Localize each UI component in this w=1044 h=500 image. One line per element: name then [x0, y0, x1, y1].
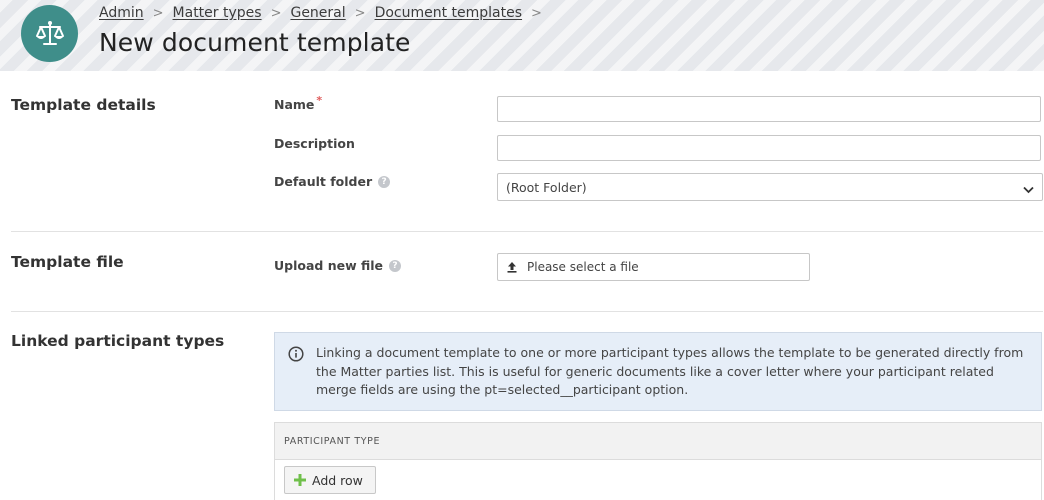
info-text: Linking a document template to one or mo… [316, 345, 1024, 397]
upload-label: Upload new file ? [274, 258, 402, 273]
default-folder-label: Default folder ? [274, 174, 391, 189]
breadcrumb-admin[interactable]: Admin [99, 5, 144, 21]
add-row-button[interactable]: Add row [284, 466, 376, 494]
section-title-template-file: Template file [11, 253, 124, 271]
info-message: Linking a document template to one or mo… [274, 332, 1042, 411]
required-marker: * [316, 94, 323, 107]
description-label: Description [274, 136, 355, 151]
add-row-label: Add row [312, 472, 363, 488]
name-label: Name * [274, 94, 323, 112]
breadcrumb-separator: > [354, 5, 366, 21]
section-title-linked-participant-types: Linked participant types [11, 332, 225, 350]
upload-label-text: Upload new file [274, 258, 384, 273]
column-header-participant-type: PARTICIPANT TYPE [275, 423, 1041, 460]
page-title: New document template [99, 28, 411, 57]
breadcrumb: Admin > Matter types > General > Documen… [99, 5, 551, 21]
file-upload-input[interactable]: Please select a file [497, 253, 810, 281]
section-divider [11, 231, 1043, 232]
page-header: Admin > Matter types > General > Documen… [0, 0, 1044, 71]
upload-placeholder: Please select a file [527, 260, 639, 274]
section-title-template-details: Template details [11, 96, 156, 114]
section-divider [11, 311, 1043, 312]
default-folder-label-text: Default folder [274, 174, 373, 189]
chevron-down-icon [1023, 182, 1034, 197]
help-icon[interactable]: ? [378, 175, 391, 188]
help-icon[interactable]: ? [389, 259, 402, 272]
name-input[interactable] [497, 96, 1041, 122]
breadcrumb-general[interactable]: General [290, 5, 345, 21]
name-label-text: Name [274, 97, 315, 112]
scales-of-justice-icon [21, 5, 78, 62]
breadcrumb-separator: > [270, 5, 282, 21]
breadcrumb-document-templates[interactable]: Document templates [375, 5, 522, 21]
description-input[interactable] [497, 135, 1041, 161]
participant-types-table: PARTICIPANT TYPE Add row [274, 422, 1042, 500]
description-label-text: Description [274, 136, 355, 151]
info-icon [288, 346, 304, 366]
breadcrumb-separator: > [152, 5, 164, 21]
plus-icon [293, 473, 307, 487]
breadcrumb-separator: > [531, 5, 542, 21]
breadcrumb-matter-types[interactable]: Matter types [173, 5, 262, 21]
default-folder-value: (Root Folder) [506, 179, 587, 195]
upload-icon [506, 261, 518, 273]
default-folder-select[interactable]: (Root Folder) [497, 173, 1043, 201]
